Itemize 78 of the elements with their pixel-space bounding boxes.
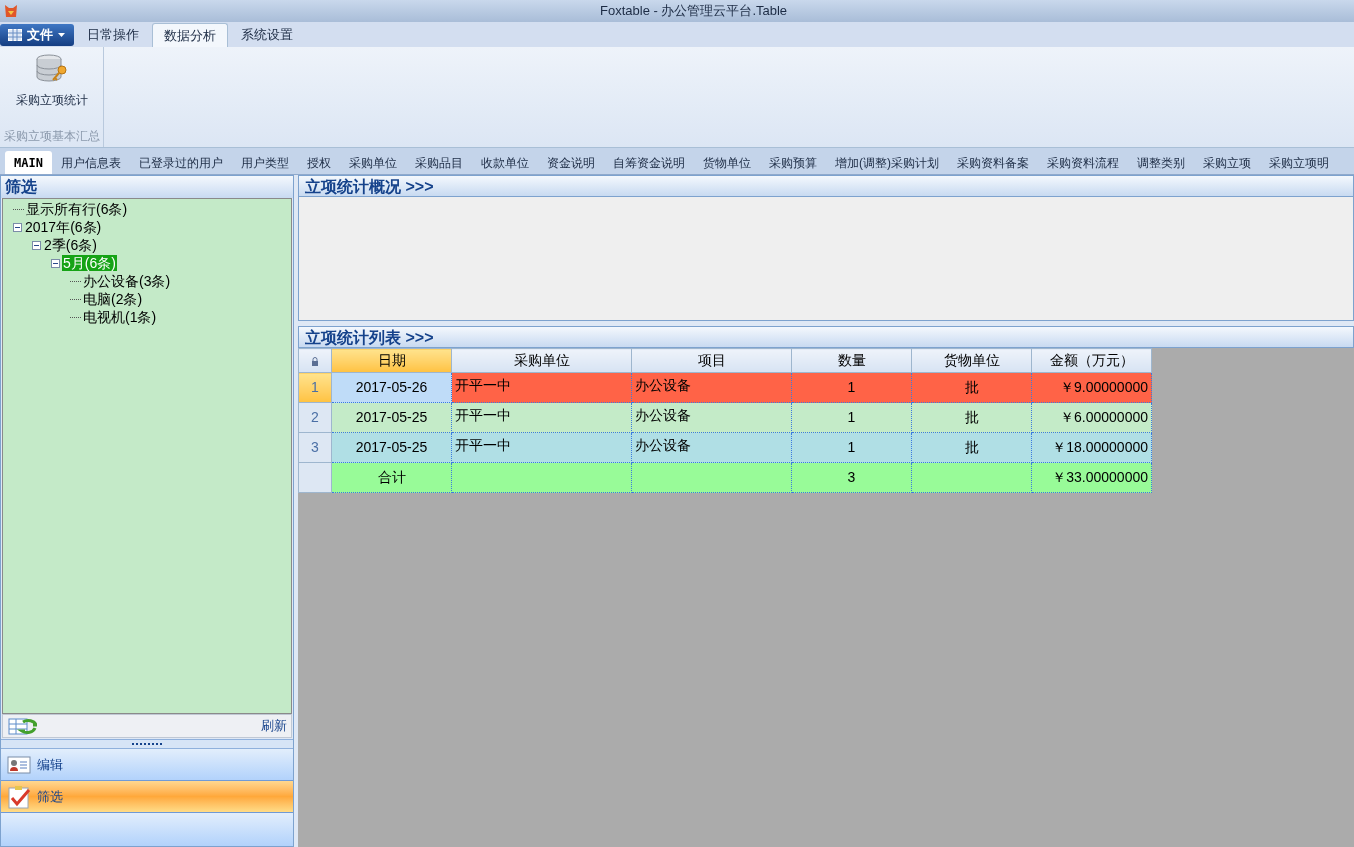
refresh-link[interactable]: 刷新 [261, 716, 287, 736]
menu-tab[interactable]: 日常操作 [76, 23, 150, 47]
panel-title: 筛选 [1, 176, 293, 198]
table-tab[interactable]: 增加(调整)采购计划 [825, 151, 948, 174]
table-cell: 批 [911, 432, 1032, 463]
table-tab[interactable]: 用户类型 [231, 151, 298, 174]
nav-button[interactable]: 编辑 [1, 749, 293, 781]
ribbon-button[interactable]: 采购立项统计 [11, 47, 92, 109]
section-header: 立项统计概况 >>> [298, 175, 1354, 197]
tree-node[interactable]: 2017年(6条) [24, 219, 103, 235]
table-tab[interactable]: 采购单位 [339, 151, 406, 174]
tree-node[interactable]: 电视机(1条) [82, 309, 158, 325]
splitter-handle[interactable] [1, 739, 293, 749]
table-cell: 1 [791, 372, 912, 403]
table-tab[interactable]: MAIN [5, 151, 52, 174]
table-cell: 2017-05-26 [331, 372, 452, 403]
table-cell: 1 [791, 432, 912, 463]
table-cell: 批 [911, 372, 1032, 403]
table-tab[interactable]: 调整类别 [1127, 151, 1194, 174]
menu-tab[interactable]: 数据分析 [152, 23, 228, 47]
table-tab[interactable]: 采购品目 [405, 151, 472, 174]
column-header[interactable]: 采购单位 [451, 348, 632, 373]
table-tab[interactable]: 资金说明 [537, 151, 604, 174]
table-cell: 批 [911, 402, 1032, 433]
file-menu-button[interactable]: 文件 [0, 24, 74, 46]
section-header: 立项统计列表 >>> [298, 326, 1354, 348]
menu-tab[interactable]: 系统设置 [230, 23, 304, 47]
app-icon [3, 3, 19, 19]
table-cell: 开平一中 [451, 402, 632, 433]
tree-node[interactable]: 显示所有行(6条) [25, 201, 129, 217]
table-cell: 开平一中 [451, 372, 632, 403]
table-tab[interactable]: 收款单位 [471, 151, 538, 174]
table-tab[interactable]: 授权 [297, 151, 340, 174]
column-header[interactable]: 日期 [331, 348, 452, 373]
refresh-table-icon[interactable] [7, 716, 37, 736]
collapse-icon[interactable] [51, 258, 60, 268]
table-cell: 办公设备 [631, 402, 792, 433]
row-header[interactable]: 2 [298, 402, 332, 433]
table-tab[interactable]: 自筹资金说明 [603, 151, 694, 174]
table-cell: 办公设备 [631, 372, 792, 403]
database-key-icon [34, 53, 69, 85]
total-cell: 合计 [331, 462, 452, 493]
table-tab[interactable]: 采购资料流程 [1037, 151, 1128, 174]
table-cell: 开平一中 [451, 432, 632, 463]
collapse-icon[interactable] [32, 240, 41, 250]
group-label: 采购立项基本汇总 [3, 128, 100, 145]
total-cell: 3 [791, 462, 912, 493]
collapse-icon[interactable] [13, 222, 22, 232]
table-tab[interactable]: 用户信息表 [51, 151, 130, 174]
column-header[interactable]: 金额（万元） [1031, 348, 1152, 373]
window-title: Foxtable - 办公管理云平台.Table [600, 2, 788, 21]
tree-node[interactable]: 办公设备(3条) [82, 273, 172, 289]
table-tab[interactable]: 已登录过的用户 [129, 151, 232, 174]
table-cell: ￥18.00000000 [1031, 432, 1152, 463]
caret-icon [58, 33, 65, 37]
row-header[interactable]: 3 [298, 432, 332, 463]
table-cell: 2017-05-25 [331, 402, 452, 433]
table-cell: ￥6.00000000 [1031, 402, 1152, 433]
checklist-icon [7, 784, 31, 809]
contact-card-icon [7, 754, 31, 775]
tree-node[interactable]: 2季(6条) [43, 237, 98, 253]
total-cell: ￥33.00000000 [1031, 462, 1152, 493]
grid-icon [8, 29, 22, 41]
lock-icon[interactable] [311, 356, 319, 366]
table-cell: ￥9.00000000 [1031, 372, 1152, 403]
table-tab[interactable]: 采购立项明 [1259, 151, 1338, 174]
table-tab[interactable]: 采购预算 [759, 151, 826, 174]
table-cell: 办公设备 [631, 432, 792, 463]
table-cell: 2017-05-25 [331, 432, 452, 463]
column-header[interactable]: 数量 [791, 348, 912, 373]
column-header[interactable]: 项目 [631, 348, 792, 373]
tree-node[interactable]: 电脑(2条) [82, 291, 144, 307]
table-tab[interactable]: 采购立项 [1193, 151, 1260, 174]
column-header[interactable]: 货物单位 [911, 348, 1032, 373]
table-tab[interactable]: 采购资料备案 [947, 151, 1038, 174]
table-cell: 1 [791, 402, 912, 433]
nav-button[interactable]: 筛选 [1, 781, 293, 813]
table-tab[interactable]: 货物单位 [693, 151, 760, 174]
